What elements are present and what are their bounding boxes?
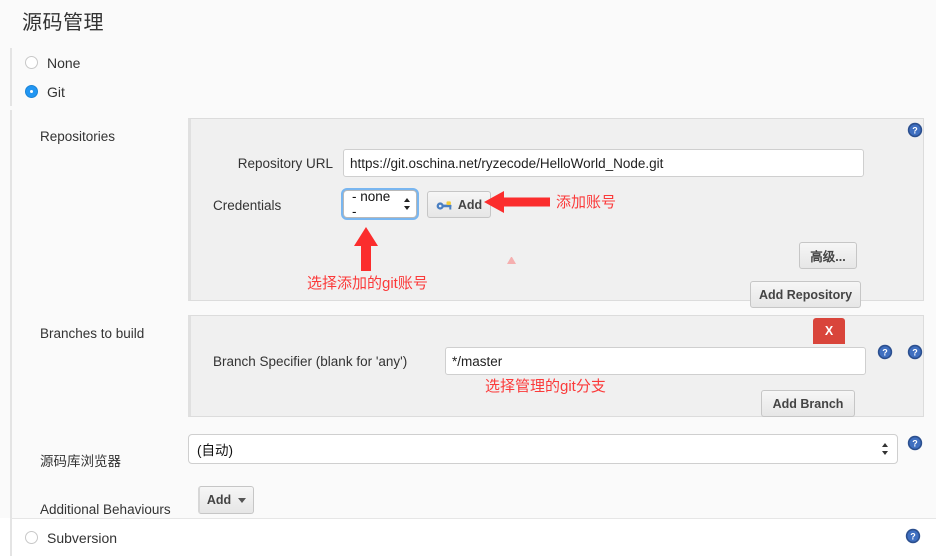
delete-branch-button[interactable]: X <box>813 318 845 344</box>
help-icon-branches[interactable]: ? <box>877 344 893 360</box>
annotation-add-account: 添加账号 <box>556 194 617 211</box>
repository-browser-selected-value: (自动) <box>197 443 233 458</box>
annotation-arrow-up <box>354 227 378 271</box>
svg-text:?: ? <box>882 348 888 358</box>
annotation-select-git-account: 选择添加的git账号 <box>307 275 428 292</box>
svg-text:?: ? <box>912 126 918 136</box>
svg-text:?: ? <box>912 348 918 358</box>
credentials-label: Credentials <box>213 198 282 213</box>
help-icon-branches-outer[interactable]: ? <box>907 344 923 360</box>
additional-behaviours-label: Additional Behaviours <box>40 502 171 517</box>
help-icon-subversion[interactable]: ? <box>905 528 921 544</box>
additional-behaviours-add-label: Add <box>206 493 232 507</box>
git-settings-panel: Repositories Repository URL Credentials … <box>10 110 936 518</box>
branch-specifier-label: Branch Specifier (blank for 'any') <box>213 354 408 369</box>
repositories-section-label: Repositories <box>40 129 116 144</box>
radio-git[interactable] <box>25 85 38 98</box>
svg-text:?: ? <box>912 439 918 449</box>
help-icon-repository-browser[interactable]: ? <box>907 435 923 451</box>
scm-option-none[interactable]: None <box>10 48 936 77</box>
annotation-arrow-left <box>484 191 550 213</box>
radio-none[interactable] <box>25 56 38 69</box>
scm-option-subversion-label: Subversion <box>47 529 118 546</box>
scm-option-subversion[interactable]: Subversion <box>10 519 936 556</box>
scm-radio-group: None Git <box>10 48 936 106</box>
chevron-updown-icon-browser <box>882 442 889 456</box>
chevron-updown-icon <box>404 197 411 211</box>
add-credentials-button-label: Add <box>457 197 483 212</box>
repository-url-label: Repository URL <box>237 156 333 171</box>
credentials-select[interactable]: - none - <box>341 188 419 220</box>
add-repository-button[interactable]: Add Repository <box>750 281 861 308</box>
annotation-caret-artifact <box>507 257 516 264</box>
repository-browser-label: 源码库浏览器 <box>40 454 121 469</box>
help-icon-repositories[interactable]: ? <box>907 122 923 138</box>
repository-url-input[interactable] <box>343 149 864 177</box>
radio-subversion[interactable] <box>25 531 38 544</box>
key-icon <box>436 200 452 210</box>
repository-browser-select[interactable]: (自动) <box>188 434 898 464</box>
scm-option-none-label: None <box>47 54 81 71</box>
repository-advanced-button[interactable]: 高级... <box>799 242 857 269</box>
chevron-down-icon <box>238 497 247 503</box>
page-title: 源码管理 <box>22 12 104 34</box>
additional-behaviours-add-button[interactable]: Add <box>198 486 254 514</box>
annotation-select-git-branch: 选择管理的git分支 <box>485 378 606 395</box>
scm-option-git[interactable]: Git <box>10 77 936 106</box>
add-branch-button[interactable]: Add Branch <box>761 390 855 417</box>
svg-text:?: ? <box>910 532 916 542</box>
scm-configuration-page: 源码管理 None Git Repositories Repository UR… <box>0 0 936 556</box>
branch-specifier-input[interactable] <box>445 347 866 375</box>
scm-option-git-label: Git <box>47 83 65 100</box>
branches-section-label: Branches to build <box>40 326 145 341</box>
credentials-selected-value: - none - <box>352 189 391 219</box>
